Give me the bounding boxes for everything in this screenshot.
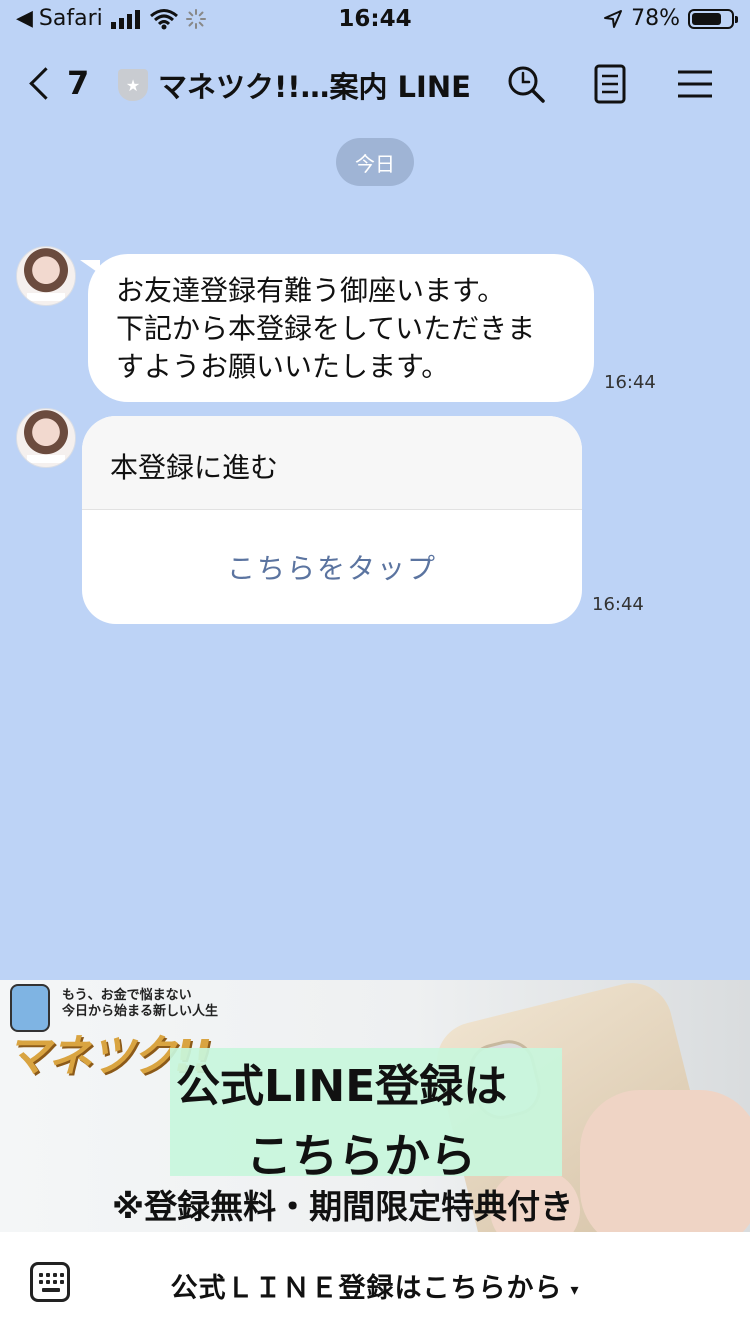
card-title: 本登録に進む	[82, 416, 582, 510]
chat-title-area[interactable]: ★ マネツク!!…案内 LINE	[118, 64, 471, 106]
banner-tagline-2: 今日から始まる新しい人生	[62, 1004, 219, 1019]
search-icon[interactable]	[504, 62, 548, 106]
battery-fill	[692, 12, 721, 25]
message-timestamp: 16:44	[592, 594, 644, 615]
chat-title: マネツク!!…案内 LINE	[158, 70, 471, 104]
battery-percent: 78%	[631, 6, 680, 31]
message-line: 下記から本登録をしていただきま	[116, 312, 536, 345]
banner-tagline: もう、お金で悩まない 今日から始まる新しい人生	[62, 988, 218, 1020]
back-button[interactable]: 7	[24, 64, 89, 102]
cta-line-2: こちらから	[246, 1129, 476, 1183]
rich-menu-label: 公式ＬＩＮＥ登録はこちらから	[170, 1273, 563, 1304]
message-timestamp: 16:44	[604, 372, 656, 393]
avatar[interactable]	[16, 246, 76, 306]
bottom-bar: 公式ＬＩＮＥ登録はこちらから ▾	[0, 1232, 750, 1334]
battery-icon	[688, 8, 738, 29]
date-separator: 今日	[336, 138, 414, 186]
cta-line-1: 公式LINE登録は	[176, 1061, 508, 1112]
chevron-left-icon	[29, 66, 62, 100]
notes-icon[interactable]	[588, 62, 632, 106]
rich-menu-toggle[interactable]: 公式ＬＩＮＥ登録はこちらから ▾	[0, 1266, 750, 1305]
message-line: すようお願いいたします。	[116, 350, 450, 383]
location-arrow-icon	[604, 9, 623, 28]
status-bar: ◀ Safari 16:44 78%	[0, 0, 750, 40]
avatar[interactable]	[16, 408, 76, 468]
verified-shield-icon: ★	[118, 69, 148, 101]
menu-icon[interactable]	[672, 62, 716, 106]
rich-menu-banner[interactable]: もう、お金で悩まない 今日から始まる新しい人生 マネツク!! 公式LINE登録は…	[0, 980, 750, 1232]
banner-note: ※登録無料・期間限定特典付き	[112, 1187, 574, 1226]
caret-down-icon: ▾	[570, 1280, 580, 1299]
banner-tagline-1: もう、お金で悩まない	[62, 988, 192, 1003]
message-bubble[interactable]: お友達登録有難う御座います。 下記から本登録をしていただきま すようお願いいたし…	[80, 254, 594, 402]
chat-header: 7 ★ マネツク!!…案内 LINE	[0, 50, 750, 120]
tap-here-button[interactable]: こちらをタップ	[82, 510, 582, 623]
hand-illustration	[580, 1090, 750, 1232]
message-line: お友達登録有難う御座います。	[116, 274, 506, 307]
button-template-card: 本登録に進む こちらをタップ	[82, 416, 582, 624]
unread-count: 7	[67, 64, 90, 102]
